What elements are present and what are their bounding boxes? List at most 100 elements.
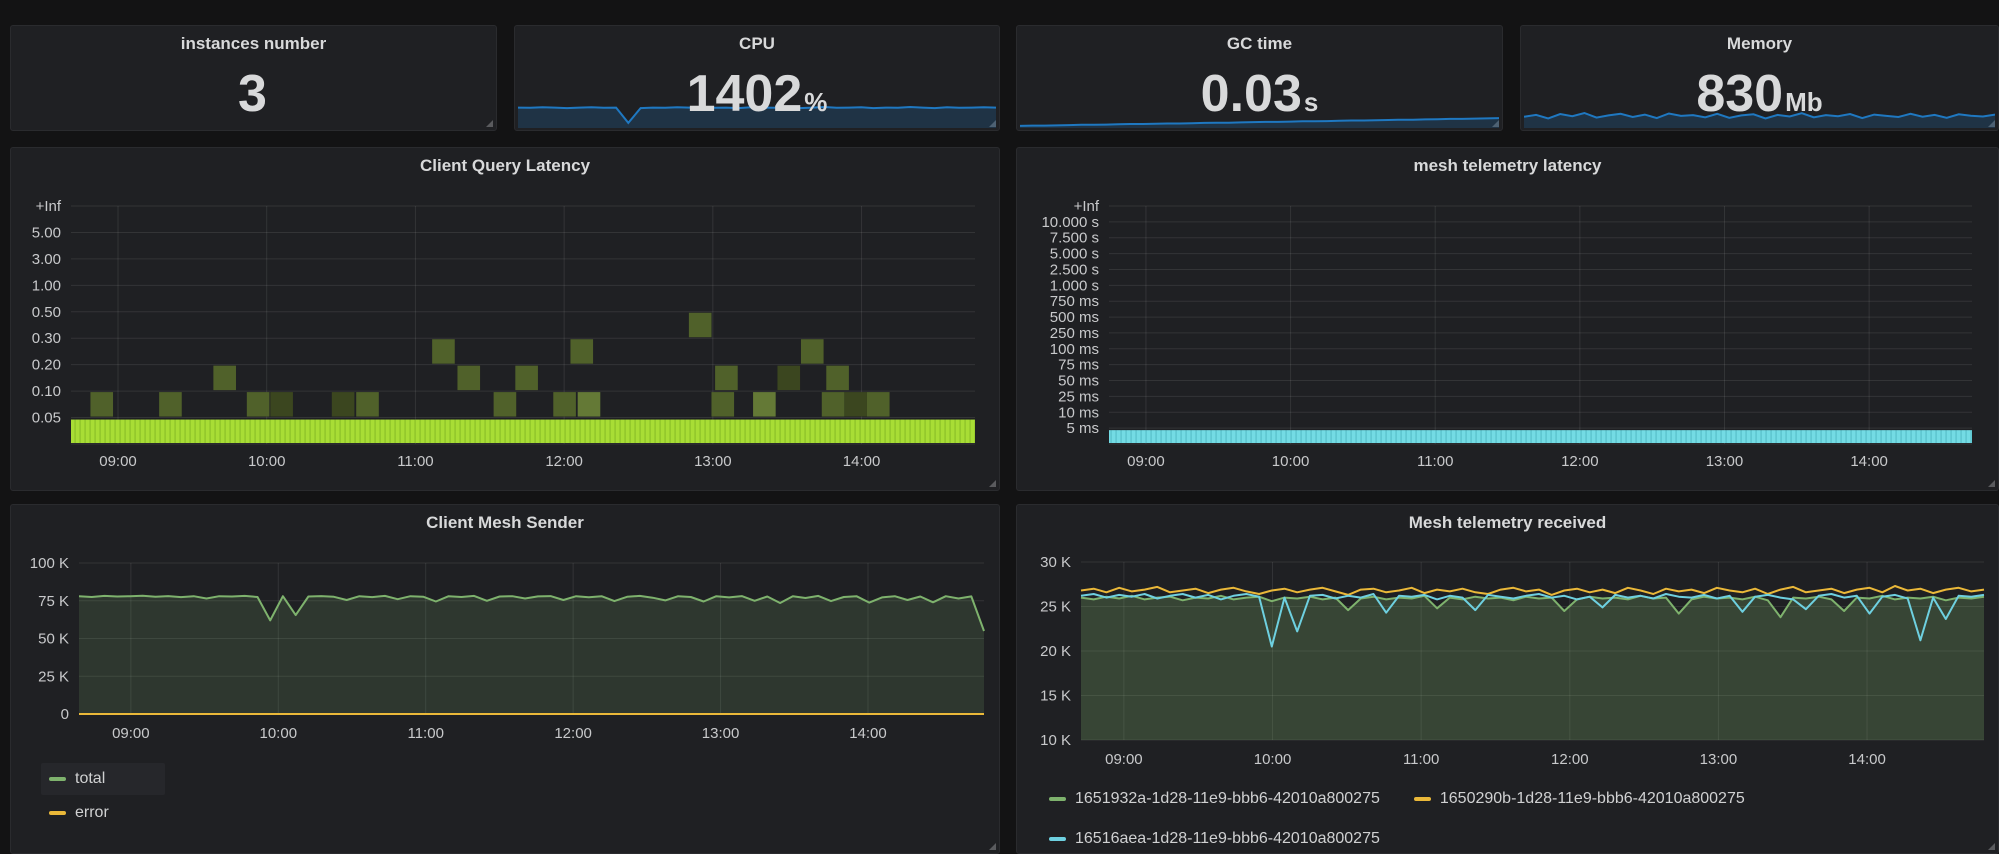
svg-text:13:00: 13:00 — [702, 725, 740, 742]
svg-text:12:00: 12:00 — [545, 453, 583, 470]
svg-text:5.000 s: 5.000 s — [1050, 246, 1099, 263]
svg-text:10:00: 10:00 — [1272, 453, 1310, 470]
svg-text:+Inf: +Inf — [36, 198, 62, 215]
svg-text:1.00: 1.00 — [32, 277, 61, 294]
svg-text:12:00: 12:00 — [1561, 453, 1599, 470]
legend-series-dash — [1049, 797, 1066, 801]
svg-text:500 ms: 500 ms — [1050, 309, 1099, 326]
svg-text:10.000 s: 10.000 s — [1041, 214, 1099, 231]
legend-item[interactable]: 16516aea-1d28-11e9-bbb6-42010a800275 — [1041, 823, 1392, 854]
legend-series-dash — [49, 777, 66, 781]
client-query-latency-heatmap[interactable]: +Inf 5.00 3.00 1.00 0.50 0.30 0.20 0.10 0.05 09:0… — [11, 176, 999, 490]
svg-text:10:00: 10:00 — [248, 453, 286, 470]
legend-item[interactable]: 1650290b-1d28-11e9-bbb6-42010a800275 — [1406, 783, 1757, 815]
svg-text:75 ms: 75 ms — [1058, 357, 1099, 374]
panel-title-mesh-telemetry-received[interactable]: Mesh telemetry received — [1017, 513, 1998, 533]
legend-series-dash — [1414, 797, 1431, 801]
svg-text:13:00: 13:00 — [1706, 453, 1744, 470]
panel-resize-handle[interactable] — [1988, 843, 1995, 850]
memory-value: 830Mb — [1521, 68, 1998, 120]
svg-text:14:00: 14:00 — [1848, 751, 1886, 768]
legend-series-dash — [49, 811, 66, 815]
panel-resize-handle[interactable] — [989, 843, 996, 850]
svg-text:2.500 s: 2.500 s — [1050, 261, 1099, 278]
panel-title-client-query-latency[interactable]: Client Query Latency — [11, 156, 999, 176]
legend-series-label: error — [75, 804, 109, 822]
panel-resize-handle[interactable] — [989, 480, 996, 487]
svg-text:0.10: 0.10 — [32, 383, 61, 400]
svg-text:5 ms: 5 ms — [1066, 420, 1099, 437]
svg-text:13:00: 13:00 — [694, 453, 732, 470]
panel-instances-number: instances number 3 — [10, 25, 497, 131]
svg-text:30 K: 30 K — [1040, 554, 1071, 571]
gc-time-value: 0.03s — [1017, 68, 1502, 120]
panel-mesh-telemetry-received: Mesh telemetry received 30 K 25 K 20 K 15 K… — [1016, 504, 1999, 854]
panel-title-client-mesh-sender[interactable]: Client Mesh Sender — [11, 513, 999, 533]
panel-title-instances[interactable]: instances number — [11, 34, 496, 54]
panel-title-mesh-telemetry-latency[interactable]: mesh telemetry latency — [1017, 156, 1998, 176]
panel-title-gc-time[interactable]: GC time — [1017, 34, 1502, 54]
svg-text:0: 0 — [61, 706, 69, 723]
legend-series-dash — [1049, 837, 1066, 841]
svg-text:0.30: 0.30 — [32, 330, 61, 347]
panel-resize-handle[interactable] — [1988, 480, 1995, 487]
panel-client-mesh-sender: Client Mesh Sender 100 K75 K50 K25 K009:… — [10, 504, 1000, 854]
svg-text:10 K: 10 K — [1040, 732, 1071, 749]
panel-cpu: CPU 1402% — [514, 25, 1000, 131]
mesh-telemetry-received-legend: 1651932a-1d28-11e9-bbb6-42010a800275 1650… — [1041, 783, 1981, 854]
svg-text:250 ms: 250 ms — [1050, 325, 1099, 342]
client-mesh-sender-legend: total error — [41, 763, 179, 831]
svg-text:0.20: 0.20 — [32, 357, 61, 374]
legend-item[interactable]: 1651932a-1d28-11e9-bbb6-42010a800275 — [1041, 783, 1392, 815]
legend-series-label: 1651932a-1d28-11e9-bbb6-42010a800275 — [1075, 790, 1380, 808]
legend-series-label: 16516aea-1d28-11e9-bbb6-42010a800275 — [1075, 830, 1380, 848]
svg-text:11:00: 11:00 — [407, 725, 443, 742]
panel-client-query-latency: Client Query Latency +Inf 5.00 3.00 1.00 0.5… — [10, 147, 1000, 491]
legend-item[interactable]: error — [41, 797, 121, 829]
svg-text:7.500 s: 7.500 s — [1050, 230, 1099, 247]
svg-text:14:00: 14:00 — [843, 453, 881, 470]
svg-text:0.50: 0.50 — [32, 304, 61, 321]
legend-item[interactable]: total — [41, 763, 165, 795]
grafana-dashboard: instances number 3 CPU 1402% GC time 0.0… — [0, 0, 1999, 854]
panel-title-cpu[interactable]: CPU — [515, 34, 999, 54]
svg-text:11:00: 11:00 — [397, 453, 433, 470]
mesh-telemetry-latency-heatmap[interactable]: +Inf10.000 s7.500 s5.000 s2.500 s1.000 s… — [1017, 176, 1998, 490]
svg-text:15 K: 15 K — [1040, 688, 1071, 705]
panel-resize-handle[interactable] — [486, 120, 493, 127]
svg-text:09:00: 09:00 — [99, 453, 137, 470]
svg-text:09:00: 09:00 — [1127, 453, 1165, 470]
legend-series-label: total — [75, 770, 105, 788]
svg-text:+Inf: +Inf — [1074, 198, 1100, 215]
svg-text:14:00: 14:00 — [1850, 453, 1888, 470]
svg-text:25 K: 25 K — [1040, 599, 1071, 616]
svg-text:11:00: 11:00 — [1403, 751, 1439, 768]
panel-gc-time: GC time 0.03s — [1016, 25, 1503, 131]
cpu-value: 1402% — [515, 68, 999, 120]
panel-mesh-telemetry-latency: mesh telemetry latency +Inf10.000 s7.500… — [1016, 147, 1999, 491]
svg-text:100 ms: 100 ms — [1050, 341, 1099, 358]
svg-text:14:00: 14:00 — [849, 725, 887, 742]
svg-text:20 K: 20 K — [1040, 643, 1071, 660]
svg-text:12:00: 12:00 — [554, 725, 592, 742]
svg-text:09:00: 09:00 — [112, 725, 150, 742]
instances-value: 3 — [11, 68, 496, 120]
svg-text:10:00: 10:00 — [260, 725, 298, 742]
svg-text:0.05: 0.05 — [32, 410, 61, 427]
panel-memory: Memory 830Mb — [1520, 25, 1999, 131]
svg-text:10:00: 10:00 — [1254, 751, 1292, 768]
svg-text:25 ms: 25 ms — [1058, 388, 1099, 405]
svg-text:50 ms: 50 ms — [1058, 373, 1099, 390]
svg-text:11:00: 11:00 — [1417, 453, 1453, 470]
svg-text:5.00: 5.00 — [32, 224, 61, 241]
svg-text:750 ms: 750 ms — [1050, 293, 1099, 310]
svg-text:12:00: 12:00 — [1551, 751, 1589, 768]
svg-text:1.000 s: 1.000 s — [1050, 277, 1099, 294]
legend-series-label: 1650290b-1d28-11e9-bbb6-42010a800275 — [1440, 790, 1745, 808]
svg-text:10 ms: 10 ms — [1058, 404, 1099, 421]
svg-text:3.00: 3.00 — [32, 251, 61, 268]
svg-text:09:00: 09:00 — [1105, 751, 1143, 768]
svg-text:50 K: 50 K — [38, 631, 69, 648]
panel-title-memory[interactable]: Memory — [1521, 34, 1998, 54]
svg-text:75 K: 75 K — [38, 593, 69, 610]
